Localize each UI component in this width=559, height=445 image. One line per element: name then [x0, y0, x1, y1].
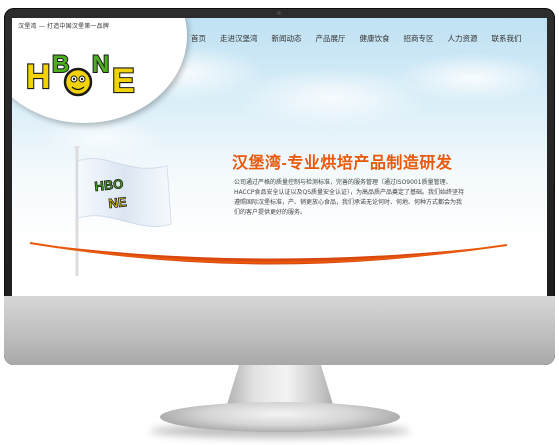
red-swoosh — [29, 242, 508, 265]
hero-headline: 汉堡湾-专业烘培产品制造研发 — [232, 155, 453, 172]
website-screen: 汉堡湾 — 打造中国汉堡第一品牌 H B N E 首页 走进汉堡湾 新闻动态 产品展厅… — [12, 18, 547, 296]
monitor-stand-neck — [226, 365, 334, 407]
monitor-chin — [4, 296, 555, 365]
nav-item[interactable]: 产品展厅 — [309, 31, 353, 46]
nav-item[interactable]: 人力资源 — [441, 31, 485, 46]
site-tagline: 汉堡湾 — 打造中国汉堡第一品牌 — [18, 23, 110, 30]
logo-letter-e: E — [112, 62, 135, 100]
logo-letter-o — [63, 67, 93, 97]
nav-item[interactable]: 新闻动态 — [265, 31, 309, 46]
nav-item[interactable]: 招商专区 — [397, 31, 441, 46]
nav-item[interactable]: 健康饮食 — [353, 31, 397, 46]
camera-dot — [277, 11, 281, 15]
monitor-stand-foot — [160, 402, 400, 432]
hero-body-text: 公司通过严格的质量控制与检测标准，完善的服务管理（通过ISO9001质量管理、H… — [234, 179, 465, 216]
hbone-logo[interactable]: H B N E — [24, 42, 149, 102]
logo-letter-h: H — [26, 58, 51, 96]
main-nav: 首页 走进汉堡湾 新闻动态 产品展厅 健康饮食 招商专区 人力资源 联系我们 — [184, 31, 529, 46]
flag-logo-ne: NE — [108, 194, 128, 211]
nav-item[interactable]: 首页 — [184, 31, 213, 46]
flag-logo-hb: HBO — [94, 176, 124, 194]
nav-item[interactable]: 联系我们 — [485, 31, 529, 46]
logo-letter-n: N — [92, 51, 109, 78]
nav-item[interactable]: 走进汉堡湾 — [213, 31, 265, 46]
